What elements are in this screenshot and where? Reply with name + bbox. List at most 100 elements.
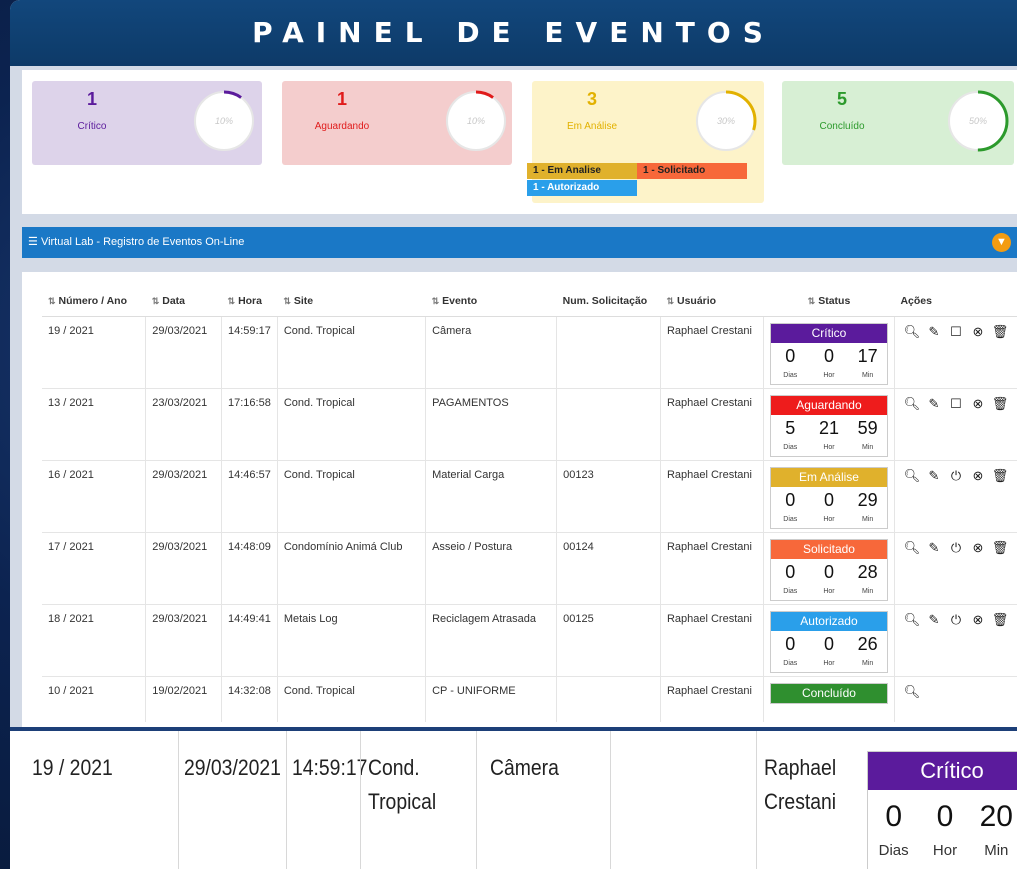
cell-num-solicitacao — [556, 387, 661, 460]
close-circle-icon[interactable]: ⊗ — [967, 539, 989, 556]
search-icon[interactable]: 🔍︎ — [901, 539, 923, 556]
card-count: 1 — [86, 89, 97, 109]
trash-icon[interactable]: 🗑︎ — [989, 467, 1011, 484]
zoom-evento: Câmera — [490, 755, 559, 780]
sort-icon: ⇅ — [666, 295, 674, 306]
cell-site: Metais Log — [277, 603, 427, 676]
search-icon[interactable]: 🔍︎ — [901, 395, 923, 412]
cell-site: Cond. Tropical — [277, 675, 427, 722]
status-badge: Solicitado — [770, 539, 887, 559]
cell-num-solicitacao — [556, 315, 661, 388]
sort-icon: ⇅ — [227, 295, 236, 306]
card-concluido[interactable]: 5 Concluído 50% — [782, 81, 1014, 165]
col-numero[interactable]: ⇅ Número / Ano — [42, 286, 146, 317]
badge-em-analise[interactable]: 1 - Em Analise — [527, 163, 637, 179]
cell-evento: Câmera — [425, 315, 558, 388]
close-circle-icon[interactable]: ⊗ — [967, 467, 989, 484]
comment-icon[interactable]: ☐ — [945, 323, 967, 340]
search-icon[interactable]: 🔍︎ — [901, 611, 923, 628]
table-row[interactable]: 13 / 2021 23/03/2021 17:16:58 Cond. Tropica… — [42, 387, 1017, 460]
cell-data: 19/02/2021 — [145, 675, 223, 722]
gauge-percent: 30% — [716, 116, 735, 126]
cell-evento: Reciclagem Atrasada — [425, 603, 558, 676]
cell-hora: 14:46:57 — [221, 459, 278, 532]
trash-icon[interactable]: 🗑︎ — [989, 611, 1011, 628]
cell-numero: 16 / 2021 — [42, 459, 147, 532]
timer-minutes: 59 — [857, 417, 878, 438]
badge-autorizado[interactable]: 1 - Autorizado — [527, 180, 637, 196]
card-label: Em Análise — [566, 121, 618, 132]
edit-icon[interactable]: ✎ — [923, 539, 945, 556]
cell-usuario: Raphael Crestani — [660, 315, 764, 388]
cell-usuario: Raphael Crestani — [660, 675, 764, 722]
col-num-solicitacao[interactable]: Num. Solicitação — [556, 286, 661, 317]
zoom-timer: 0 Dias 0 Hor 20 Min — [868, 790, 1017, 859]
unit-hours: Hor — [823, 371, 835, 379]
edit-icon[interactable]: ✎ — [923, 323, 945, 340]
badge-solicitado[interactable]: 1 - Solicitado — [637, 163, 747, 179]
dashboard-frame: PAINEL DE EVENTOS 1 Crítico 10% 1 Aguard… — [10, 0, 1017, 869]
table-row[interactable]: 18 / 2021 29/03/2021 14:49:41 Metais Log Rec… — [42, 603, 1017, 676]
status-badge: Crítico — [770, 323, 887, 343]
cell-num-solicitacao: 00123 — [556, 459, 661, 532]
table-row[interactable]: 16 / 2021 29/03/2021 14:46:57 Cond. Tropica… — [42, 459, 1017, 532]
cell-site: Cond. Tropical — [277, 387, 427, 460]
search-icon[interactable]: 🔍︎ — [901, 467, 923, 484]
power-icon[interactable]: ⏻ — [945, 467, 967, 484]
card-critico[interactable]: 1 Crítico 10% — [32, 81, 262, 165]
col-evento[interactable]: ⇅ Evento — [425, 286, 557, 317]
close-circle-icon[interactable]: ⊗ — [967, 611, 989, 628]
edit-icon[interactable]: ✎ — [923, 467, 945, 484]
status-box: Concluído — [769, 682, 888, 704]
cell-hora: 14:59:17 — [221, 315, 278, 388]
col-status[interactable]: ⇅ Status — [763, 286, 895, 317]
timer-minutes: 17 — [857, 345, 878, 366]
edit-icon[interactable]: ✎ — [923, 611, 945, 628]
cell-evento: Material Carga — [425, 459, 558, 532]
table-row[interactable]: 10 / 2021 19/02/2021 14:32:08 Cond. Tropica… — [42, 675, 1017, 722]
close-circle-icon[interactable]: ⊗ — [967, 395, 989, 412]
cell-evento: Asseio / Postura — [425, 531, 558, 604]
edit-icon[interactable]: ✎ — [923, 395, 945, 412]
status-box: Crítico 0 Dias 0 Hor 17 Min — [769, 322, 888, 385]
unit-days: Dias — [878, 842, 909, 859]
timer-minutes: 29 — [857, 489, 878, 510]
card-aguardando[interactable]: 1 Aguardando 10% — [282, 81, 512, 165]
cell-usuario: Raphael Crestani — [660, 387, 764, 460]
zoom-data: 29/03/2021 — [184, 755, 281, 780]
table-row[interactable]: 19 / 2021 29/03/2021 14:59:17 Cond. Tropica… — [42, 315, 1017, 388]
zoom-site-line1: Cond. — [368, 755, 420, 780]
zoom-status-box: Crítico 0 Dias 0 Hor 20 Min — [867, 751, 1017, 869]
col-data[interactable]: ⇅ Data — [145, 286, 222, 317]
timer-hours: 0 — [823, 489, 834, 510]
trash-icon[interactable]: 🗑︎ — [989, 395, 1011, 412]
search-icon[interactable]: 🔍︎ — [901, 683, 923, 700]
cell-status: Aguardando 5 Dias 21 Hor 59 Min — [763, 387, 895, 460]
zoom-usuario-line1: Raphael — [764, 755, 837, 780]
unit-minutes: Min — [861, 659, 874, 667]
gauge-percent: 50% — [968, 116, 987, 126]
col-usuario[interactable]: ⇅ Usuário — [660, 286, 764, 317]
unit-minutes: Min — [861, 443, 874, 451]
col-hora[interactable]: ⇅ Hora — [221, 286, 278, 317]
table-row[interactable]: 17 / 2021 29/03/2021 14:48:09 Condomínio An… — [42, 531, 1017, 604]
cell-data: 23/03/2021 — [145, 387, 223, 460]
trash-icon[interactable]: 🗑︎ — [989, 539, 1011, 556]
cell-hora: 14:49:41 — [221, 603, 278, 676]
close-circle-icon[interactable]: ⊗ — [967, 323, 989, 340]
trash-icon[interactable]: 🗑︎ — [989, 323, 1011, 340]
cell-numero: 13 / 2021 — [42, 387, 147, 460]
col-site[interactable]: ⇅ Site — [277, 286, 426, 317]
list-icon: ☰ — [28, 236, 38, 248]
zoom-site: Cond. Tropical — [368, 751, 436, 819]
elapsed-timer: 0 Dias 0 Hor 17 Min — [771, 343, 887, 384]
unit-minutes: Min — [861, 587, 874, 595]
comment-icon[interactable]: ☐ — [945, 395, 967, 412]
filter-icon[interactable]: ▼ — [992, 233, 1011, 252]
search-icon[interactable]: 🔍︎ — [901, 323, 923, 340]
power-icon[interactable]: ⏻ — [945, 611, 967, 628]
card-label: Concluído — [819, 121, 865, 132]
power-icon[interactable]: ⏻ — [945, 539, 967, 556]
sort-icon: ⇅ — [151, 295, 160, 306]
cell-status: Crítico 0 Dias 0 Hor 17 Min — [763, 315, 895, 388]
